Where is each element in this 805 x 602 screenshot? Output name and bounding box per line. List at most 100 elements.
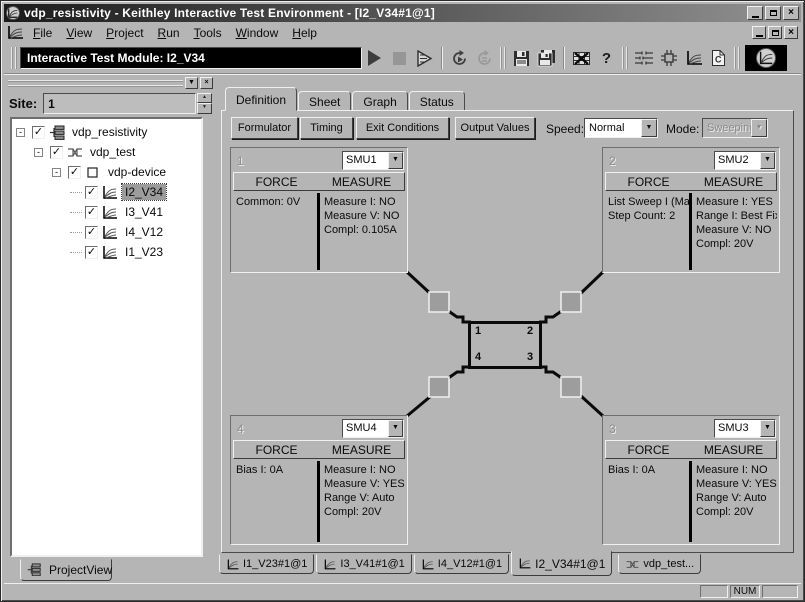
- site-spinner[interactable]: ▲ ▼: [197, 93, 212, 114]
- force-measure-header[interactable]: FORCE MEASURE: [233, 440, 405, 459]
- save-button[interactable]: [509, 46, 534, 70]
- save-all-button[interactable]: [534, 46, 559, 70]
- tab-i1-v23[interactable]: I1_V23#1@1: [219, 554, 314, 574]
- tree-item-device[interactable]: - ✓ vdp-device: [12, 162, 201, 182]
- menu-window[interactable]: Window: [229, 24, 286, 42]
- chevron-down-icon[interactable]: ▼: [641, 119, 657, 137]
- smu4-measure-settings[interactable]: Measure I: NO Measure V: YES Range V: Au…: [320, 461, 405, 542]
- measure-header[interactable]: MEASURE: [319, 173, 404, 190]
- tab-definition[interactable]: Definition: [225, 87, 297, 111]
- clear-sheet-button[interactable]: [569, 46, 594, 70]
- tree-item-label-selected[interactable]: I2_V34: [122, 184, 166, 200]
- tree-item-project[interactable]: - ✓ vdp_resistivity: [12, 122, 201, 142]
- tab-label[interactable]: vdp_test...: [643, 558, 694, 570]
- smu3-select[interactable]: SMU3 ▼: [714, 419, 776, 438]
- tree-item-label[interactable]: vdp-device: [105, 164, 169, 180]
- menu-help[interactable]: Help: [285, 24, 324, 42]
- tree-item-label[interactable]: I1_V23: [122, 244, 166, 260]
- cycle-run-button[interactable]: [447, 46, 472, 70]
- chevron-down-icon[interactable]: ▼: [760, 152, 775, 169]
- tab-label[interactable]: I2_V34#1@1: [535, 557, 605, 571]
- tree-item-label[interactable]: I3_V41: [122, 204, 166, 220]
- tab-status[interactable]: Status: [409, 91, 465, 111]
- force-measure-header[interactable]: FORCE MEASURE: [233, 172, 405, 191]
- tab-label[interactable]: I4_V12#1@1: [438, 558, 502, 570]
- measure-header[interactable]: MEASURE: [691, 173, 776, 190]
- close-button[interactable]: ×: [783, 6, 799, 20]
- spin-down-icon[interactable]: ▼: [197, 103, 212, 114]
- toolbar-grip[interactable]: [11, 47, 17, 69]
- run-button[interactable]: [362, 46, 387, 70]
- checkbox-checked[interactable]: ✓: [85, 226, 98, 239]
- force-header[interactable]: FORCE: [606, 173, 691, 190]
- smu3-force-settings[interactable]: Bias I: 0A: [605, 461, 689, 542]
- smu1-force-settings[interactable]: Common: 0V: [233, 193, 317, 270]
- mdi-minimize-button[interactable]: [752, 26, 766, 39]
- checkbox-checked[interactable]: ✓: [85, 206, 98, 219]
- force-header[interactable]: FORCE: [234, 441, 319, 458]
- connect-button[interactable]: [631, 46, 656, 70]
- tree-item-itm[interactable]: ✓ I1_V23: [12, 242, 201, 262]
- document-window-icon[interactable]: [7, 25, 24, 40]
- panel-grip[interactable]: ▼ ×: [8, 77, 213, 89]
- spin-up-icon[interactable]: ▲: [197, 93, 212, 104]
- chevron-down-icon[interactable]: ▼: [388, 420, 403, 437]
- exit-conditions-button[interactable]: Exit Conditions: [356, 117, 449, 139]
- menu-tools[interactable]: Tools: [187, 24, 229, 42]
- smu2-select[interactable]: SMU2 ▼: [714, 151, 776, 170]
- tab-label[interactable]: I1_V23#1@1: [243, 558, 307, 570]
- itm-button[interactable]: [681, 46, 706, 70]
- repeat-run-button[interactable]: [472, 46, 497, 70]
- smu1-measure-settings[interactable]: Measure I: NO Measure V: NO Compl: 0.105…: [320, 193, 405, 270]
- smu2-force-settings[interactable]: List Sweep I (Ma Step Count: 2: [605, 193, 689, 270]
- smu3-measure-settings[interactable]: Measure I: NO Measure V: YES Range V: Au…: [692, 461, 777, 542]
- tab-i3-v41[interactable]: I3_V41#1@1: [316, 554, 411, 574]
- tree-item-label[interactable]: I4_V12: [122, 224, 166, 240]
- run-append-button[interactable]: [412, 46, 437, 70]
- mdi-close-button[interactable]: ×: [784, 26, 798, 39]
- tree-item-label[interactable]: vdp_resistivity: [69, 124, 150, 140]
- speed-select[interactable]: Normal ▼: [584, 118, 658, 138]
- document-button[interactable]: C: [706, 46, 731, 70]
- output-values-button[interactable]: Output Values: [455, 117, 535, 139]
- measure-header[interactable]: MEASURE: [319, 441, 404, 458]
- checkbox-checked[interactable]: ✓: [85, 246, 98, 259]
- force-header[interactable]: FORCE: [606, 441, 691, 458]
- toolbar-grip[interactable]: [622, 47, 628, 69]
- smu4-force-settings[interactable]: Bias I: 0A: [233, 461, 317, 542]
- tree-item-itm[interactable]: ✓ I2_V34: [12, 182, 201, 202]
- tab-graph[interactable]: Graph: [352, 91, 407, 111]
- tree-item-itm[interactable]: ✓ I4_V12: [12, 222, 201, 242]
- tab-i2-v34-active[interactable]: I2_V34#1@1: [511, 551, 612, 576]
- smu2-measure-settings[interactable]: Measure I: YES Range I: Best Fix Measure…: [692, 193, 777, 270]
- tab-vdp-test[interactable]: vdp_test...: [618, 554, 701, 574]
- measure-header[interactable]: MEASURE: [691, 441, 776, 458]
- force-measure-header[interactable]: FORCE MEASURE: [605, 172, 777, 191]
- tab-i4-v12[interactable]: I4_V12#1@1: [414, 554, 509, 574]
- panel-menu-button[interactable]: ▼: [185, 77, 198, 89]
- panel-close-button[interactable]: ×: [200, 77, 213, 89]
- smu4-select[interactable]: SMU4 ▼: [342, 419, 404, 438]
- menu-project[interactable]: Project: [99, 24, 150, 42]
- tab-sheet[interactable]: Sheet: [298, 91, 351, 111]
- formulator-button[interactable]: Formulator: [231, 117, 298, 139]
- menu-view[interactable]: View: [59, 24, 99, 42]
- restore-button[interactable]: [765, 6, 781, 20]
- force-measure-header[interactable]: FORCE MEASURE: [605, 440, 777, 459]
- chevron-down-icon[interactable]: ▼: [388, 152, 403, 169]
- tab-project-view[interactable]: ProjectView: [20, 559, 112, 581]
- mdi-restore-button[interactable]: [768, 26, 782, 39]
- site-input[interactable]: 1: [43, 93, 196, 114]
- checkbox-checked[interactable]: ✓: [32, 126, 45, 139]
- smu1-select[interactable]: SMU1 ▼: [342, 151, 404, 170]
- tree-item-test[interactable]: - ✓ vdp_test: [12, 142, 201, 162]
- timing-button[interactable]: Timing: [300, 117, 353, 139]
- toolbar-grip[interactable]: [500, 47, 506, 69]
- checkbox-checked[interactable]: ✓: [68, 166, 81, 179]
- help-button[interactable]: ?: [594, 46, 619, 70]
- force-header[interactable]: FORCE: [234, 173, 319, 190]
- collapse-icon[interactable]: -: [34, 148, 43, 157]
- tree-item-itm[interactable]: ✓ I3_V41: [12, 202, 201, 222]
- minimize-button[interactable]: [747, 6, 763, 20]
- device-button[interactable]: [656, 46, 681, 70]
